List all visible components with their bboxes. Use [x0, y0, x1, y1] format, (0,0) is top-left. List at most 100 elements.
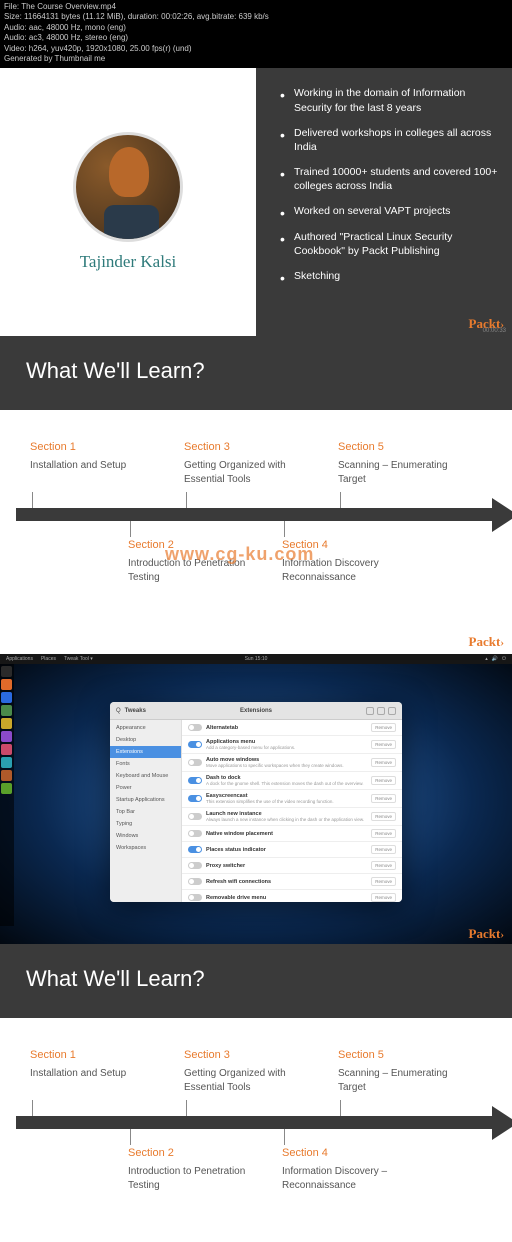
extension-remove-button[interactable]: Remove [371, 776, 396, 785]
extension-row: Native window placement Remove [182, 826, 402, 842]
section-title: Section 3 [184, 1048, 314, 1063]
extension-toggle[interactable] [188, 878, 202, 885]
dock-app-icon[interactable] [1, 770, 12, 781]
extension-name: Native window placement [206, 831, 367, 837]
learn-heading: What We'll Learn? [0, 944, 512, 1018]
extension-row: Launch new instanceAlways launch a new i… [182, 808, 402, 826]
panel-app-menu[interactable]: Tweak Tool ▾ [64, 656, 93, 662]
extension-toggle[interactable] [188, 741, 202, 748]
extension-toggle[interactable] [188, 813, 202, 820]
dock[interactable] [0, 664, 14, 926]
section-text: Scanning – Enumerating Target [338, 459, 468, 486]
dock-app-icon[interactable] [1, 731, 12, 742]
extension-label: Removable drive menu [206, 895, 367, 901]
tweaks-sidebar-item[interactable]: Extensions [110, 746, 181, 758]
extension-remove-button[interactable]: Remove [371, 740, 396, 749]
dock-app-icon[interactable] [1, 705, 12, 716]
bio-name: Tajinder Kalsi [80, 252, 177, 272]
extension-row: Auto move windowsMove applications to sp… [182, 754, 402, 772]
tweaks-extensions-list[interactable]: AlternatetabRemoveApplications menuAdd a… [182, 720, 402, 902]
extension-toggle[interactable] [188, 830, 202, 837]
maximize-icon[interactable] [377, 707, 385, 715]
tweaks-sidebar-item[interactable]: Windows [110, 830, 181, 842]
tweaks-sidebar-item[interactable]: Appearance [110, 722, 181, 734]
extension-remove-button[interactable]: Remove [371, 861, 396, 870]
extension-toggle[interactable] [188, 894, 202, 901]
tweaks-sidebar-item[interactable]: Workspaces [110, 842, 181, 854]
power-icon[interactable]: ⏻ [502, 656, 506, 662]
panel-places[interactable]: Places [41, 656, 56, 662]
extension-toggle[interactable] [188, 724, 202, 731]
dock-app-icon[interactable] [1, 666, 12, 677]
timeline-arrow-head [492, 498, 512, 532]
extension-remove-button[interactable]: Remove [371, 723, 396, 732]
watermark: www.cg-ku.com [165, 544, 314, 565]
section-title: Section 2 [128, 1146, 258, 1161]
tweaks-sidebar-item[interactable]: Fonts [110, 758, 181, 770]
meta-line-size: Size: 11664131 bytes (11.12 MiB), durati… [4, 12, 508, 22]
dock-app-icon[interactable] [1, 679, 12, 690]
extension-toggle[interactable] [188, 795, 202, 802]
extension-name: Proxy switcher [206, 863, 367, 869]
extension-label: Refresh wifi connections [206, 879, 367, 885]
extension-row: Places status indicator Remove [182, 842, 402, 858]
tick [284, 521, 285, 537]
extension-desc: Move applications to specific workspaces… [206, 763, 367, 768]
panel-applications[interactable]: Applications [6, 656, 33, 662]
extension-label: Proxy switcher [206, 863, 367, 869]
extension-remove-button[interactable]: Remove [371, 877, 396, 886]
extension-desc: Add a category-based menu for applicatio… [206, 745, 367, 750]
extension-name: Places status indicator [206, 847, 367, 853]
slide-footer: Packt› 00:00:55 [0, 634, 512, 654]
close-icon[interactable] [388, 707, 396, 715]
tweaks-sidebar-item[interactable]: Startup Applications [110, 794, 181, 806]
extension-remove-button[interactable]: Remove [371, 893, 396, 902]
tick [284, 1129, 285, 1145]
volume-icon[interactable]: 🔊 [492, 656, 498, 662]
section-title: Section 3 [184, 440, 314, 455]
dock-app-icon[interactable] [1, 757, 12, 768]
tick [186, 492, 187, 508]
extension-remove-button[interactable]: Remove [371, 812, 396, 821]
extension-toggle[interactable] [188, 759, 202, 766]
tweaks-titlebar[interactable]: Q Tweaks Extensions [110, 702, 402, 720]
dock-app-icon[interactable] [1, 692, 12, 703]
learn-timeline: Section 1 Installation and Setup Section… [0, 1018, 512, 1242]
extension-remove-button[interactable]: Remove [371, 794, 396, 803]
extension-remove-button[interactable]: Remove [371, 845, 396, 854]
tweaks-sidebar-item[interactable]: Top Bar [110, 806, 181, 818]
bio-left-panel: Tajinder Kalsi [0, 68, 256, 336]
extension-remove-button[interactable]: Remove [371, 829, 396, 838]
panel-tray[interactable]: ▴ 🔊 ⏻ [485, 656, 506, 662]
minimize-icon[interactable] [366, 707, 374, 715]
tweaks-sidebar-item[interactable]: Typing [110, 818, 181, 830]
dock-app-icon[interactable] [1, 744, 12, 755]
extension-name: Removable drive menu [206, 895, 367, 901]
extension-toggle[interactable] [188, 846, 202, 853]
back-icon[interactable]: Q [116, 708, 121, 714]
bio-bullet-list: Working in the domain of Information Sec… [280, 86, 502, 283]
extension-toggle[interactable] [188, 862, 202, 869]
bio-item: Trained 10000+ students and covered 100+… [280, 165, 502, 193]
section-text: Getting Organized with Essential Tools [184, 459, 314, 486]
extension-remove-button[interactable]: Remove [371, 758, 396, 767]
section-1: Section 1 Installation and Setup [30, 440, 160, 472]
tick [340, 1100, 341, 1116]
gnome-top-panel[interactable]: Applications Places Tweak Tool ▾ Sun 15:… [0, 654, 512, 664]
tweaks-sidebar-item[interactable]: Desktop [110, 734, 181, 746]
tweaks-sidebar-item[interactable]: Power [110, 782, 181, 794]
extension-toggle[interactable] [188, 777, 202, 784]
section-text: Installation and Setup [30, 1067, 160, 1081]
section-5: Section 5 Scanning – Enumerating Target [338, 1048, 468, 1094]
tweaks-sidebar: AppearanceDesktopExtensionsFontsKeyboard… [110, 720, 182, 902]
network-icon[interactable]: ▴ [485, 656, 488, 662]
tweaks-sidebar-item[interactable]: Keyboard and Mouse [110, 770, 181, 782]
section-title: Section 5 [338, 1048, 468, 1063]
extension-row: Removable drive menu Remove [182, 890, 402, 902]
panel-clock[interactable]: Sun 15:10 [245, 656, 268, 662]
timecode: 00:00:33 [483, 328, 506, 334]
window-title-center: Extensions [240, 708, 272, 714]
dock-app-icon[interactable] [1, 783, 12, 794]
tick [130, 521, 131, 537]
dock-app-icon[interactable] [1, 718, 12, 729]
